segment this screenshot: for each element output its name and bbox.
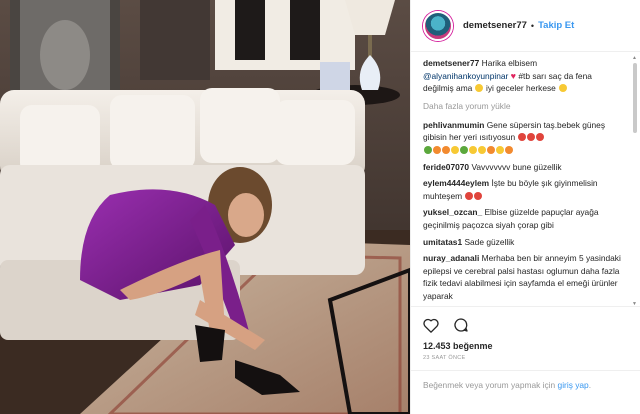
orange-emoji-icon (441, 145, 450, 154)
banana-emoji-icon (450, 145, 459, 154)
comment-username[interactable]: feride07070 (423, 162, 469, 172)
orange-emoji-icon (432, 145, 441, 154)
caption-text-3: iyi geceler herkese (486, 83, 556, 94)
heart-icon[interactable] (423, 318, 439, 333)
caption-text-1: Harika elbisem (481, 58, 538, 68)
comment-text: Sade güzellik (464, 236, 515, 247)
heart-emoji-icon: ♥ (510, 70, 517, 81)
heart-eyes-emoji-icon (464, 191, 473, 200)
separator-dot: • (530, 20, 535, 31)
lemon-emoji-icon (423, 145, 432, 154)
login-link[interactable]: giriş yap (558, 380, 589, 390)
comment-username[interactable]: nuray_adanali (423, 253, 479, 263)
action-icons (423, 315, 629, 335)
list-item: feride07070 Vavvvvvvv bune güzellik (423, 161, 623, 174)
lemon-emoji-icon (459, 145, 468, 154)
banana-emoji-icon (495, 145, 504, 154)
orange-emoji-icon (504, 145, 513, 154)
list-item: yuksel_ozcan_ Elbise güzelde papuçlar ay… (423, 206, 623, 231)
comment-icon[interactable] (453, 317, 469, 333)
header-username[interactable]: demetsener77 (463, 20, 527, 31)
post-header: demetsener77 • Takip Et (411, 0, 640, 52)
likes-count[interactable]: 12.453 beğenme (423, 341, 629, 351)
comment-username[interactable]: pehlivanmumin (423, 120, 484, 130)
login-prompt-text: Beğenmek veya yorum yapmak için (423, 380, 556, 390)
post-photo[interactable] (0, 0, 410, 414)
comment-username[interactable]: eylem4444eylem (423, 178, 489, 188)
caption-mention[interactable]: @alyanihankoyunpinar (423, 71, 508, 81)
login-suffix: . (588, 380, 592, 390)
heart-eyes-emoji-icon (518, 133, 526, 142)
banana-emoji-icon (468, 145, 477, 154)
caption-username[interactable]: demetsener77 (423, 58, 479, 68)
instagram-post-page: demetsener77 • Takip Et demetsener77 Har… (0, 0, 640, 414)
photo-illustration (0, 0, 410, 414)
comments-list: demetsener77 Harika elbisem @alyanihanko… (411, 53, 633, 305)
comments-scrollbar[interactable]: ▲ ▼ (632, 55, 638, 307)
list-item: umitatas1 Sade güzellik (423, 236, 623, 249)
heart-eyes-emoji-icon (473, 191, 482, 200)
orange-emoji-icon (486, 145, 495, 154)
banana-emoji-icon (477, 145, 486, 154)
scrollbar-thumb[interactable] (633, 63, 637, 133)
comment-username[interactable]: umitatas1 (423, 237, 462, 247)
post-actions: 12.453 beğenme 23 SAAT ÖNCE (411, 306, 640, 361)
scroll-up-icon[interactable]: ▲ (632, 55, 637, 61)
load-more-comments[interactable]: Daha fazla yorum yükle (423, 101, 623, 111)
sunglasses-emoji-icon (558, 84, 567, 93)
post-timestamp: 23 SAAT ÖNCE (423, 355, 466, 361)
side-panel: demetsener77 • Takip Et demetsener77 Har… (410, 0, 640, 414)
follow-button[interactable]: Takip Et (538, 20, 574, 31)
heart-eyes-emoji-icon (536, 133, 544, 142)
caption: demetsener77 Harika elbisem @alyanihanko… (423, 57, 623, 95)
login-prompt: Beğenmek veya yorum yapmak için giriş ya… (411, 370, 640, 414)
list-item: pehlivanmumin Gene süpersin taş.bebek gü… (423, 119, 623, 157)
heart-eyes-emoji-icon (527, 133, 535, 142)
list-item: eylem4444eylem İşte bu böyle şık giyinme… (423, 177, 623, 202)
comment-text: Vavvvvvvv bune güzellik (471, 161, 562, 172)
avatar[interactable] (423, 10, 453, 41)
comment-username[interactable]: yuksel_ozcan_ (423, 207, 482, 217)
list-item: nuray_adanali Merhaba ben bir anneyim 5 … (423, 252, 623, 302)
grin-emoji-icon (475, 84, 484, 93)
